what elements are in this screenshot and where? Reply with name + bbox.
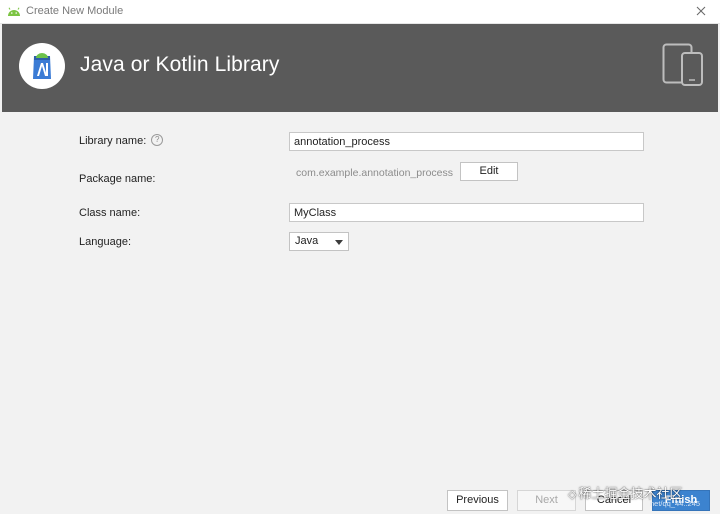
library-name-label: Library name:? (79, 134, 164, 147)
language-label: Language: (79, 236, 131, 248)
create-module-dialog: Create New Module Java or Kotlin Library (0, 0, 720, 514)
title-bar: Create New Module (0, 0, 720, 24)
android-icon (8, 7, 20, 16)
header-banner: Java or Kotlin Library (2, 24, 718, 112)
language-selected-value: Java (295, 235, 319, 247)
module-form: Library name:? Package name: com.example… (0, 112, 720, 482)
package-name-value: com.example.annotation_process (296, 167, 454, 179)
previous-button[interactable]: Previous (447, 490, 508, 511)
close-icon[interactable] (694, 4, 708, 18)
watermark-logo-icon: ◇ (568, 489, 577, 501)
watermark-url: net/qq_44..245 (650, 499, 701, 508)
library-name-input[interactable] (289, 132, 644, 151)
page-title: Java or Kotlin Library (80, 53, 280, 76)
edit-package-button[interactable]: Edit (460, 162, 518, 181)
window-title: Create New Module (26, 5, 124, 17)
class-name-input[interactable] (289, 203, 644, 222)
class-name-label: Class name: (79, 207, 141, 219)
android-studio-logo-icon (19, 43, 65, 89)
package-name-label: Package name: (79, 173, 156, 185)
dialog-footer: Previous Next Cancel Finish ◇ 稀土掘金技术社区 ne… (0, 482, 720, 514)
tablet-phone-icon (662, 43, 703, 86)
help-icon[interactable]: ? (151, 134, 164, 147)
chevron-down-icon (335, 240, 343, 245)
language-select[interactable]: Java (289, 232, 349, 251)
